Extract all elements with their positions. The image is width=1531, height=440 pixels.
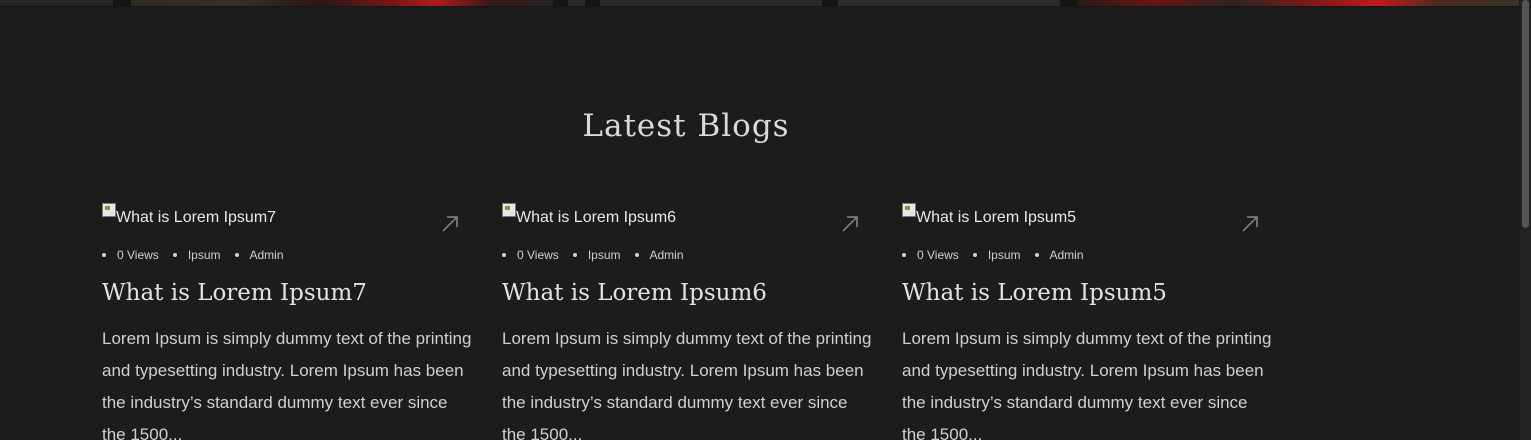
arrow-up-right-icon[interactable] — [840, 214, 860, 234]
blog-author[interactable]: Admin — [1034, 248, 1084, 262]
arrow-up-right-icon[interactable] — [1240, 214, 1260, 234]
views-count: 0 Views — [502, 248, 559, 262]
vertical-scrollbar[interactable] — [1519, 0, 1531, 440]
blog-image-alt-text: What is Lorem Ipsum6 — [516, 209, 677, 226]
blog-meta: 0 Views Ipsum Admin — [902, 248, 1098, 262]
blog-title[interactable]: What is Lorem Ipsum6 — [502, 280, 767, 306]
blog-excerpt: Lorem Ipsum is simply dummy text of the … — [902, 329, 1272, 440]
broken-image-icon — [102, 203, 116, 217]
blog-image-alt-text: What is Lorem Ipsum7 — [116, 209, 277, 226]
blog-author[interactable]: Admin — [634, 248, 684, 262]
blog-image[interactable]: What is Lorem Ipsum5 — [902, 202, 1076, 234]
gallery-image[interactable] — [1077, 0, 1520, 6]
blog-excerpt: Lorem Ipsum is simply dummy text of the … — [502, 329, 872, 440]
gallery-image[interactable] — [568, 0, 585, 6]
broken-image-icon — [902, 203, 916, 217]
gallery-image[interactable] — [600, 0, 822, 6]
page: Latest Blogs What is Lorem Ipsum7 0 View… — [0, 0, 1531, 440]
blog-meta: 0 Views Ipsum Admin — [102, 248, 298, 262]
blog-category[interactable]: Ipsum — [172, 248, 221, 262]
blog-meta: 0 Views Ipsum Admin — [502, 248, 698, 262]
blog-image-alt-text: What is Lorem Ipsum5 — [916, 209, 1077, 226]
section-title: Latest Blogs — [582, 108, 790, 144]
broken-image-icon — [502, 203, 516, 217]
blog-image[interactable]: What is Lorem Ipsum7 — [102, 202, 276, 234]
scrollbar-thumb[interactable] — [1522, 0, 1529, 228]
gallery-image[interactable] — [0, 0, 113, 6]
blog-image[interactable]: What is Lorem Ipsum6 — [502, 202, 676, 234]
blog-title[interactable]: What is Lorem Ipsum5 — [902, 280, 1167, 306]
arrow-up-right-icon[interactable] — [440, 214, 460, 234]
blog-category[interactable]: Ipsum — [972, 248, 1021, 262]
gallery-image[interactable] — [838, 0, 1060, 6]
blog-title[interactable]: What is Lorem Ipsum7 — [102, 280, 367, 306]
blog-excerpt: Lorem Ipsum is simply dummy text of the … — [102, 329, 472, 440]
blog-category[interactable]: Ipsum — [572, 248, 621, 262]
views-count: 0 Views — [102, 248, 159, 262]
gallery-image-strip — [0, 0, 1520, 7]
blog-author[interactable]: Admin — [234, 248, 284, 262]
gallery-image[interactable] — [131, 0, 553, 6]
views-count: 0 Views — [902, 248, 959, 262]
